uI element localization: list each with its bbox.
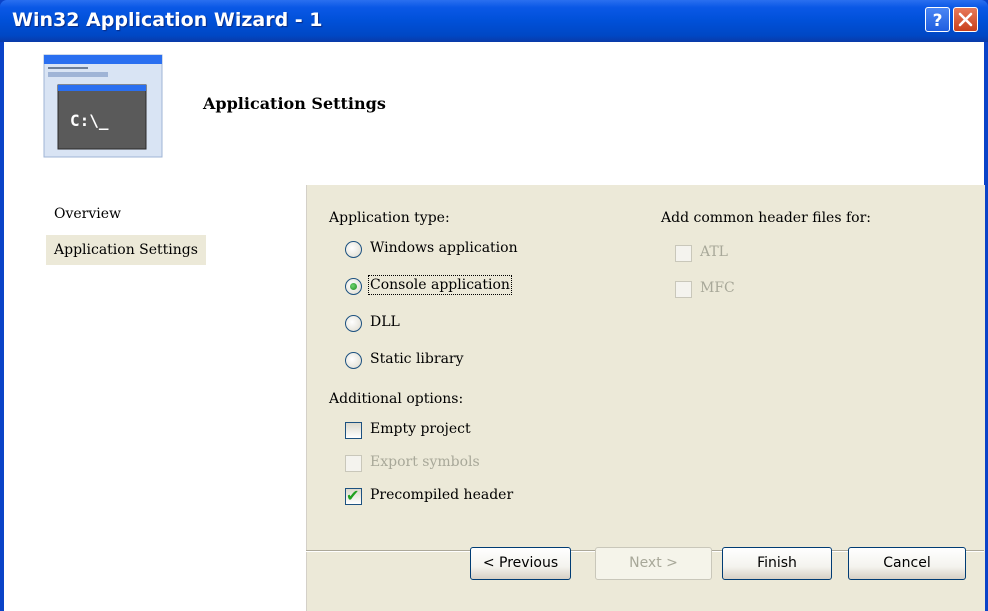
checkbox-empty-project[interactable] [345,422,362,439]
radio-console-application[interactable] [345,278,362,295]
checkbox-mfc [675,281,692,298]
help-glyph: ? [933,11,943,31]
application-type-heading: Application type: [329,210,450,226]
additional-options-heading: Additional options: [329,391,464,407]
cancel-button[interactable]: Cancel [848,547,966,580]
nav-item-label: Overview [54,206,122,222]
checkbox-label-mfc: MFC [700,280,735,296]
finish-button[interactable]: Finish [722,547,832,580]
title-bar[interactable]: Win32 Application Wizard - 1 ? [0,0,988,42]
next-button: Next > [595,547,712,580]
radio-label-windows-application[interactable]: Windows application [370,240,518,256]
checkbox-atl [675,245,692,262]
radio-static-library[interactable] [345,352,362,369]
nav-pane: Overview Application Settings [4,185,306,611]
radio-label-console-application[interactable]: Console application [368,275,512,295]
nav-item-application-settings[interactable]: Application Settings [46,235,206,265]
checkbox-label-empty-project[interactable]: Empty project [370,421,471,437]
radio-label-dll[interactable]: DLL [370,314,400,330]
wizard-header: C:\_ Application Settings [4,42,984,186]
dialog-client: C:\_ Application Settings Overview Appli… [4,42,985,611]
radio-label-static-library[interactable]: Static library [370,351,464,367]
radio-dll[interactable] [345,315,362,332]
console-app-thumbnail: C:\_ [40,52,166,160]
help-icon: ? [933,11,943,31]
checkbox-precompiled-header[interactable]: ✔ [345,486,362,505]
header-title: Application Settings [203,94,386,113]
checkbox-label-export-symbols: Export symbols [370,454,480,470]
checkbox-label-atl: ATL [700,244,728,260]
checkbox-label-precompiled-header[interactable]: Precompiled header [370,487,513,503]
wizard-window: Win32 Application Wizard - 1 ? C:\_ Appl… [0,0,988,611]
radio-windows-application[interactable] [345,241,362,258]
checkbox-export-symbols [345,455,362,472]
window-title: Win32 Application Wizard - 1 [12,9,323,31]
thumbnail-prompt: C:\_ [70,111,109,130]
close-icon [958,12,973,27]
nav-item-label: Application Settings [54,242,198,258]
close-button[interactable] [953,7,978,32]
previous-button[interactable]: < Previous [470,547,571,580]
checkmark-icon: ✔ [346,486,360,505]
common-headers-heading: Add common header files for: [661,210,871,226]
help-button[interactable]: ? [925,7,950,32]
nav-item-overview[interactable]: Overview [46,199,129,229]
